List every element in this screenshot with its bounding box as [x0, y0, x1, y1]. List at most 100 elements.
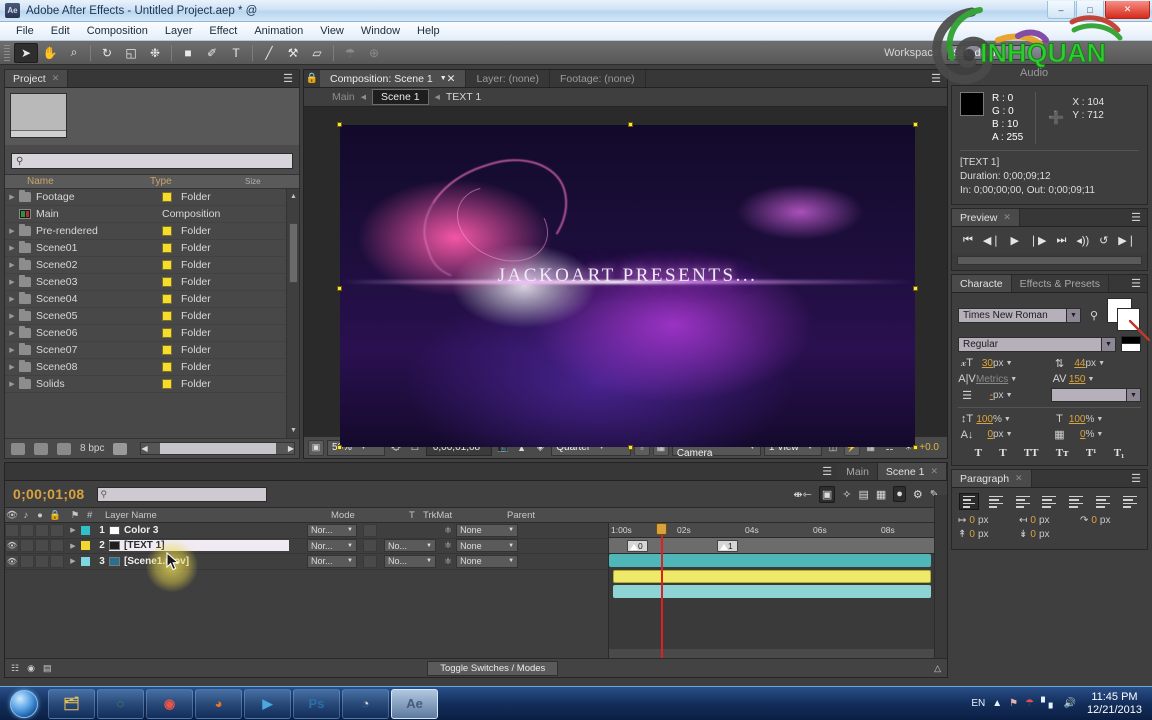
indent-right-value[interactable]: 0 — [1030, 515, 1036, 526]
bit-depth-label[interactable]: 8 bpc — [80, 443, 104, 454]
chevron-down-icon-bs[interactable]: ▼ — [1006, 431, 1013, 438]
chevron-down-icon-hs[interactable]: ▼ — [1096, 416, 1103, 423]
play-button[interactable]: ▶ — [1010, 234, 1018, 247]
composition-tab-0[interactable]: Composition: Scene 1 ▼ ✕ — [320, 70, 467, 87]
timeline-tab-0[interactable]: Main — [838, 463, 878, 480]
eraser-tool[interactable]: ▱ — [305, 43, 329, 63]
solo-toggle[interactable] — [35, 554, 49, 568]
font-style-button-3[interactable]: Tᴛ — [1056, 447, 1069, 459]
paragraph-panel-menu-icon[interactable]: ☰ — [1125, 470, 1147, 487]
disclosure-triangle-icon[interactable]: ▶ — [5, 261, 19, 269]
marker-bar[interactable]: 01 — [609, 538, 947, 554]
network-icon[interactable]: ▘▖ — [1041, 698, 1056, 709]
disclosure-triangle-icon[interactable]: ▶ — [5, 227, 19, 235]
clock[interactable]: 11:45 PM 12/21/2013 — [1083, 691, 1146, 717]
preview-panel-menu-icon[interactable]: ☰ — [1125, 209, 1147, 226]
enable-frame-blend-icon[interactable]: ▤ — [43, 663, 52, 674]
character-tab-0[interactable]: Effects & Presets — [1011, 275, 1109, 292]
tab-paragraph[interactable]: Paragraph ✕ — [952, 470, 1032, 487]
close-icon-paragraph[interactable]: ✕ — [1015, 473, 1023, 484]
kerning-field[interactable]: A|V Metrics ▼ — [958, 373, 1049, 385]
space-before-field[interactable]: ↟ 0 px — [958, 529, 1019, 540]
project-item-row[interactable]: ▶ Scene07 Folder — [5, 342, 299, 359]
horizontal-scale-value[interactable]: 100 — [1069, 414, 1086, 425]
indent-left-field[interactable]: ↦ 0 px — [958, 515, 1019, 526]
character-panel-menu-icon[interactable]: ☰ — [1125, 275, 1147, 292]
timeline-search-input[interactable]: ⚲ — [96, 486, 267, 502]
layer-name-cell[interactable]: [Scene1.mov] — [109, 556, 289, 567]
space-after-field[interactable]: ↡ 0 px — [1019, 529, 1080, 540]
disclosure-triangle-icon[interactable]: ▶ — [5, 346, 19, 354]
chevron-down-icon-kerning[interactable]: ▼ — [1010, 376, 1017, 383]
indent-first-value[interactable]: 0 — [1091, 515, 1097, 526]
indent-left-value[interactable]: 0 — [969, 515, 975, 526]
space-after-value[interactable]: 0 — [1030, 529, 1036, 540]
delete-icon[interactable] — [113, 442, 128, 455]
col-parent[interactable]: Parent — [507, 510, 947, 521]
loop-button[interactable]: ↺ — [1099, 234, 1108, 247]
layer-parent-select[interactable]: None ▼ — [456, 554, 519, 568]
menu-animation[interactable]: Animation — [246, 23, 311, 39]
panel-menu-icon[interactable]: ☰ — [277, 70, 299, 87]
stroke-order-select[interactable]: ▼ — [1050, 388, 1141, 402]
breadcrumb-current[interactable]: Scene 1 — [372, 89, 429, 105]
label-color-chip[interactable] — [162, 243, 172, 253]
puppet-pin-tool[interactable]: ⊕ — [362, 43, 386, 63]
language-indicator[interactable]: EN — [971, 698, 985, 709]
preserve-transparency-toggle[interactable] — [363, 554, 377, 568]
lock-toggle[interactable] — [50, 523, 64, 537]
hand-tool[interactable]: ✋ — [38, 43, 62, 63]
action-center-icon[interactable]: ⚑ — [1009, 698, 1018, 709]
tsume-field[interactable]: ▦ 0 % ▼ — [1051, 428, 1142, 441]
layer-label-color[interactable] — [81, 541, 90, 551]
stroke-width-field[interactable]: ☰ - px ▼ — [958, 389, 1049, 402]
label-color-chip[interactable] — [162, 192, 172, 202]
lock-toggle[interactable] — [50, 554, 64, 568]
exposure-value[interactable]: +0.0 — [919, 442, 943, 453]
breadcrumb-root[interactable]: Main — [332, 91, 355, 103]
chevron-down-icon-tracking[interactable]: ▼ — [1088, 376, 1095, 383]
parent-pickwhip-icon[interactable]: ⚛ — [444, 540, 452, 551]
video-toggle[interactable]: 👁 — [5, 539, 19, 553]
tracking-field[interactable]: AV 150 ▼ — [1051, 373, 1142, 385]
project-item-row[interactable]: Main Composition — [5, 206, 299, 223]
label-color-chip[interactable] — [162, 226, 172, 236]
layer-disclosure-icon[interactable]: ▶ — [65, 542, 81, 550]
menu-window[interactable]: Window — [353, 23, 408, 39]
brush-tool[interactable]: ╱ — [257, 43, 281, 63]
label-color-chip[interactable] — [162, 311, 172, 321]
chevron-down-icon-vs[interactable]: ▼ — [1004, 416, 1011, 423]
stroke-width-value[interactable]: - — [976, 390, 993, 401]
layer-parent-select[interactable]: None ▼ — [456, 523, 519, 537]
pen-tool[interactable]: ✐ — [200, 43, 224, 63]
horizontal-scale-field[interactable]: T 100 % ▼ — [1051, 413, 1142, 425]
toggle-switches-modes-button[interactable]: Toggle Switches / Modes — [427, 660, 559, 676]
taskbar-google-chrome[interactable]: ◉ — [146, 688, 193, 719]
solo-toggle[interactable] — [35, 539, 49, 553]
project-item-row[interactable]: ▶ Pre-rendered Folder — [5, 223, 299, 240]
taskbar-windows-media-player[interactable]: ▶ — [244, 688, 291, 719]
tab-preview[interactable]: Preview ✕ — [952, 209, 1020, 226]
timeline-layer-row[interactable]: 👁 ▶ 2 [TEXT 1] Nor... ▼ No... ▼ ⚛ None ▼ — [5, 539, 608, 554]
tracking-value[interactable]: 150 — [1069, 374, 1086, 385]
layer-disclosure-icon[interactable]: ▶ — [65, 526, 81, 534]
chevron-down-icon-stroke[interactable]: ▼ — [1006, 392, 1013, 399]
align-center-button[interactable] — [986, 493, 1006, 510]
indent-right-field[interactable]: ↤ 0 px — [1019, 515, 1080, 526]
font-style-button-4[interactable]: T¹ — [1086, 447, 1097, 459]
solo-toggle[interactable] — [35, 523, 49, 537]
justify-last-center-button[interactable] — [1066, 493, 1086, 510]
parent-pickwhip-icon[interactable]: ⚛ — [444, 525, 452, 536]
scroll-down-icon[interactable]: ▼ — [289, 425, 298, 436]
justify-last-right-button[interactable] — [1093, 493, 1113, 510]
label-color-chip[interactable] — [162, 362, 172, 372]
workspace-select[interactable]: Standard — [947, 45, 1042, 60]
vertical-scale-field[interactable]: ↕T 100 % ▼ — [958, 413, 1049, 425]
expand-collapse-icon[interactable]: △ — [934, 663, 941, 674]
toolbar-grip[interactable] — [4, 44, 10, 61]
project-item-row[interactable]: ▶ Scene05 Folder — [5, 308, 299, 325]
menu-help[interactable]: Help — [409, 23, 448, 39]
menu-file[interactable]: File — [8, 23, 42, 39]
zoom-tool[interactable]: ⌕ — [62, 43, 86, 63]
disclosure-triangle-icon[interactable]: ▶ — [5, 193, 19, 201]
